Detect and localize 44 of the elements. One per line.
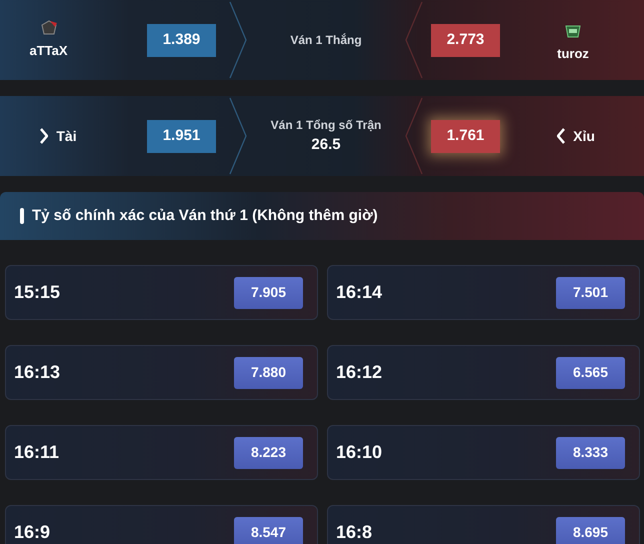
odds-button[interactable]: 7.501 — [556, 276, 625, 308]
score-card[interactable]: 16:11 8.223 — [5, 425, 318, 480]
odds-button[interactable]: 8.333 — [556, 436, 625, 468]
odds-button[interactable]: 7.905 — [234, 276, 303, 308]
score-label: 16:13 — [14, 361, 60, 384]
odds-button[interactable]: 8.547 — [234, 516, 303, 544]
chevron-divider-icon — [404, 0, 424, 80]
score-label: 16:12 — [336, 361, 382, 384]
score-card[interactable]: 16:14 7.501 — [327, 265, 640, 320]
odds-button[interactable]: 7.880 — [234, 356, 303, 388]
total-line: 26.5 — [311, 134, 341, 155]
market-title: Ván 1 Tổng số Trận — [270, 116, 382, 134]
accent-bar-icon — [20, 208, 24, 224]
odds-button[interactable]: 1.761 — [431, 120, 500, 152]
score-card[interactable]: 16:8 8.695 — [327, 505, 640, 544]
score-card[interactable]: 16:9 8.547 — [5, 505, 318, 544]
odds-button[interactable]: 1.951 — [147, 120, 216, 152]
score-label: 16:10 — [336, 441, 382, 464]
market-title: Ván 1 Thắng — [290, 32, 362, 49]
odds-button[interactable]: 8.695 — [556, 516, 625, 544]
chevron-divider-icon — [404, 96, 424, 176]
score-label: 16:9 — [14, 521, 50, 544]
score-card[interactable]: 16:10 8.333 — [327, 425, 640, 480]
score-label: 16:8 — [336, 521, 372, 544]
odds-button[interactable]: 6.565 — [556, 356, 625, 388]
score-label: 16:14 — [336, 281, 382, 304]
chevron-divider-icon — [228, 96, 248, 176]
score-label: 15:15 — [14, 281, 60, 304]
chevron-left-icon — [557, 128, 566, 144]
chevron-right-icon — [40, 128, 48, 144]
option-label: Xỉu — [573, 126, 595, 146]
score-card[interactable]: 16:13 7.880 — [5, 345, 318, 400]
section-title: Tỷ số chính xác của Ván thứ 1 (Không thêm giờ) — [32, 206, 378, 226]
odds-button[interactable]: 8.223 — [234, 436, 303, 468]
odds-button[interactable]: 1.389 — [147, 24, 216, 56]
score-label: 16:11 — [14, 441, 60, 464]
team-name: aTTaX — [29, 42, 68, 60]
score-card[interactable]: 15:15 7.905 — [5, 265, 318, 320]
team-name: turoz — [557, 45, 589, 64]
team-logo-icon — [38, 19, 58, 38]
chevron-divider-icon — [228, 0, 248, 80]
score-card[interactable]: 16:12 6.565 — [327, 345, 640, 400]
odds-button[interactable]: 2.773 — [431, 24, 500, 56]
option-label: Tài — [56, 126, 77, 146]
